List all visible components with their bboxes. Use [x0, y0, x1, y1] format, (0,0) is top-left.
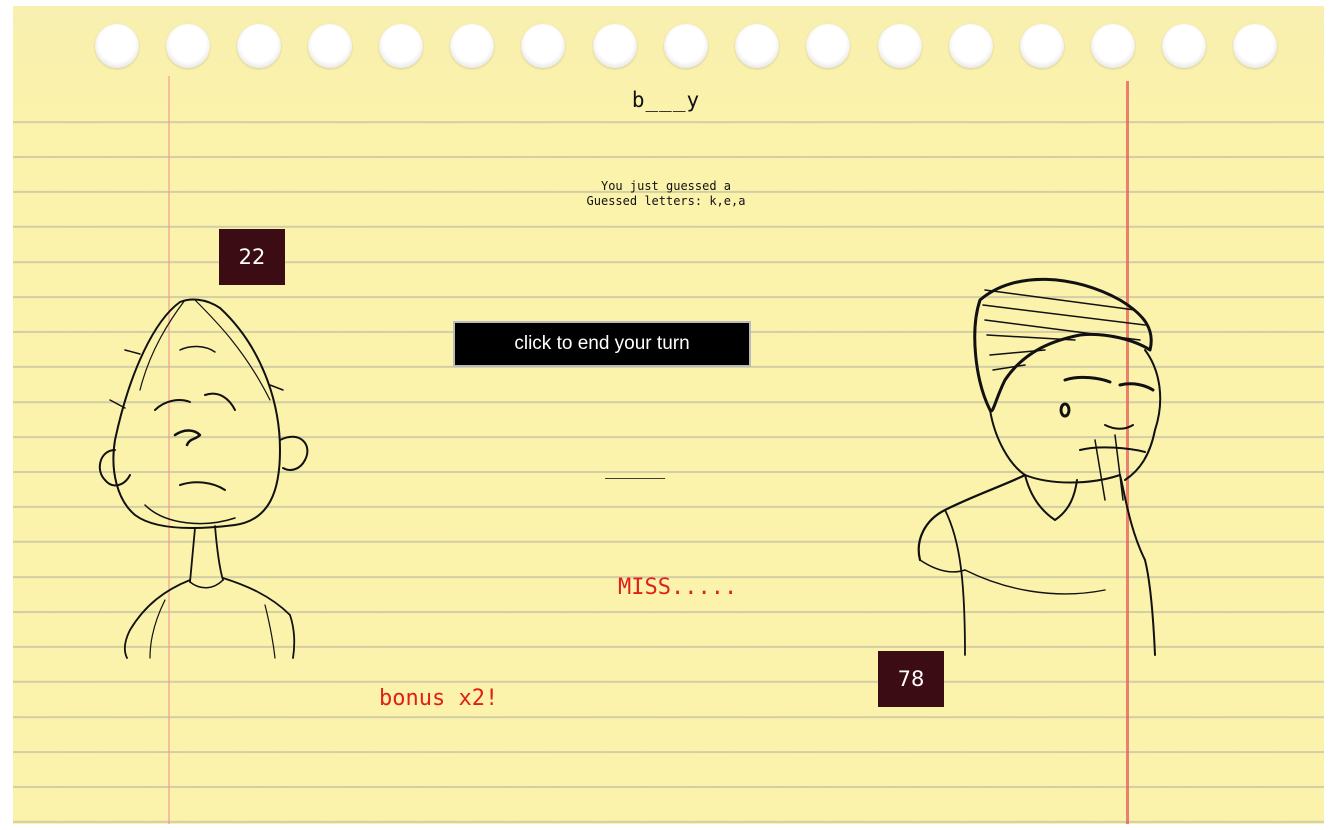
binder-hole	[1020, 24, 1064, 68]
binder-hole	[166, 24, 210, 68]
binder-hole	[949, 24, 993, 68]
guessed-letters-text: Guessed letters: k,e,a	[586, 194, 746, 208]
binder-hole	[379, 24, 423, 68]
binder-hole	[593, 24, 637, 68]
binder-hole	[308, 24, 352, 68]
binder-hole	[521, 24, 565, 68]
binder-hole	[237, 24, 281, 68]
binder-hole	[878, 24, 922, 68]
bald-kid-sketch-icon	[98, 298, 309, 659]
puzzle-word: b___y	[631, 88, 701, 112]
binder-hole	[806, 24, 850, 68]
binder-hole	[95, 24, 139, 68]
binder-hole	[1091, 24, 1135, 68]
bonus-message: bonus x2!	[379, 686, 499, 711]
last-guess-text: You just guessed a	[600, 179, 732, 193]
binder-hole	[450, 24, 494, 68]
miss-message: MISS.....	[618, 575, 738, 600]
left-player-score: 22	[219, 229, 285, 285]
binder-hole	[1233, 24, 1277, 68]
right-player-score: 78	[878, 651, 944, 707]
binder-hole	[664, 24, 708, 68]
blank-word-display: _____	[605, 455, 666, 479]
guess-info: You just guessed a Guessed letters: k,e,…	[0, 179, 1332, 209]
binder-hole	[735, 24, 779, 68]
end-turn-button[interactable]: click to end your turn	[453, 321, 751, 367]
spiky-hair-guy-sketch-icon	[917, 277, 1162, 656]
binder-hole	[1162, 24, 1206, 68]
